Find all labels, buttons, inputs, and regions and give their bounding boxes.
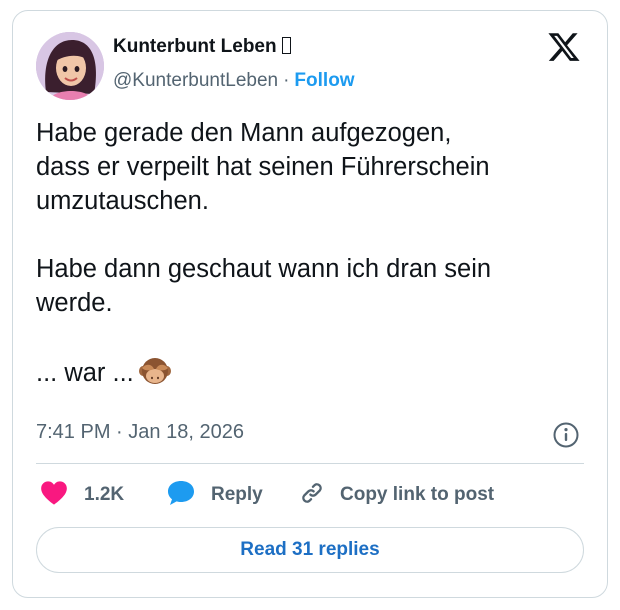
- divider: [36, 463, 584, 464]
- author-name-row[interactable]: Kunterbunt Leben: [113, 36, 291, 58]
- timestamp[interactable]: 7:41 PM · Jan 18, 2026: [36, 421, 244, 444]
- copy-link-button[interactable]: Copy link to post: [298, 479, 494, 511]
- follow-link[interactable]: Follow: [294, 70, 354, 91]
- read-replies-button[interactable]: Read 31 replies: [36, 527, 584, 573]
- tweet-date: Jan 18, 2026: [128, 421, 244, 443]
- info-icon[interactable]: [552, 421, 580, 449]
- avatar[interactable]: [36, 32, 104, 100]
- tweet-line: umzutauschen.: [36, 187, 209, 215]
- speech-bubble-icon: [166, 479, 196, 512]
- heart-icon: [40, 480, 68, 511]
- tweet-line-last: ... war ...: [36, 354, 586, 390]
- tweet-line: werde.: [36, 289, 113, 317]
- author-handle[interactable]: @KunterbuntLeben: [113, 70, 278, 91]
- x-logo-icon[interactable]: [547, 30, 581, 64]
- link-icon: [298, 479, 326, 512]
- reply-label: Reply: [211, 484, 263, 505]
- author-name[interactable]: Kunterbunt Leben: [113, 36, 277, 57]
- tweet-text: Habe gerade den Mann aufgezogen, dass er…: [36, 116, 586, 390]
- handle-row: @KunterbuntLeben · Follow: [113, 70, 355, 92]
- like-button[interactable]: 1.2K: [40, 479, 124, 511]
- tweet-line: Habe gerade den Mann aufgezogen,: [36, 119, 452, 147]
- separator: ·: [116, 421, 123, 443]
- like-count: 1.2K: [84, 484, 125, 505]
- unsupported-glyph-icon: [281, 37, 291, 54]
- tweet-line: ... war ...: [36, 359, 134, 387]
- reply-button[interactable]: Reply: [166, 479, 263, 511]
- separator: ·: [283, 70, 290, 91]
- tweet-line: dass er verpeilt hat seinen Führerschein: [36, 153, 490, 181]
- tweet-line: Habe dann geschaut wann ich dran sein: [36, 255, 492, 283]
- see-no-evil-monkey-icon: [138, 354, 172, 388]
- copy-link-label: Copy link to post: [340, 484, 495, 505]
- tweet-time: 7:41 PM: [36, 421, 111, 443]
